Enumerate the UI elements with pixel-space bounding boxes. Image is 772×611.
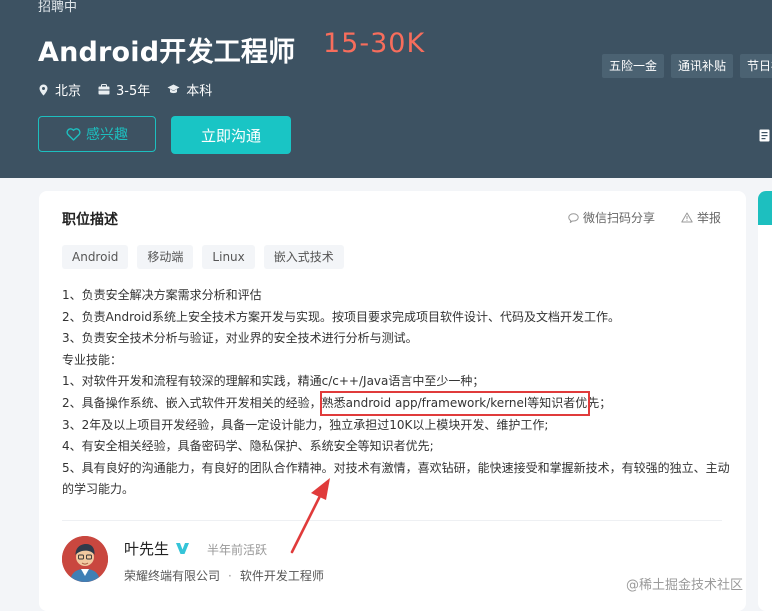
location-icon [39,84,48,95]
company-name: 荣耀终端有限公司 [124,569,221,583]
annotation-highlight-box [320,391,590,416]
interest-button[interactable]: 感兴趣 [38,116,156,152]
avatar[interactable] [62,536,108,582]
benefit-tag: 通讯补贴 [671,54,734,78]
benefit-tags: 五险一金 通讯补贴 节日福 [602,54,772,78]
skill-tag: Linux [202,245,255,269]
description-line: 2、负责Android系统上安全技术方案开发与实现。按项目要求完成项目软件设计、… [62,309,621,324]
warning-icon [681,212,693,223]
job-title: Android开发工程师 [38,37,296,68]
active-status: 半年前活跃 [207,543,268,557]
recruiter-avatar-image [62,536,108,582]
wechat-share-link[interactable]: 微信扫码分享 [568,209,655,226]
divider [62,520,722,521]
description-line: 3、2年及以上项目开发经验，具备一定设计能力，独立承担过10K以上模块开发、维护… [62,417,549,432]
skill-tag: 嵌入式技术 [263,245,344,269]
recruiter-name: 叶先生 [124,538,190,559]
status-text: 招聘中 [38,0,78,15]
skill-tag: Android [62,245,129,269]
recruiter-company: 荣耀终端有限公司 · 软件开发工程师 [124,567,324,584]
briefcase-icon [98,84,110,95]
side-panel-card [758,191,772,611]
chat-bubble-icon [568,212,579,223]
description-line: 专业技能： [62,352,123,367]
meta-education-text: 本科 [186,84,213,99]
description-line: 5、具有良好的沟通能力，有良好的团队合作精神。对技术有激情，喜欢钻研，能快速接受… [62,460,730,497]
meta-experience: 3-5年 [98,80,150,99]
job-description-card: 职位描述 微信扫码分享 举报 Android 移动端 Linux 嵌入式技术 1… [39,191,746,611]
verified-badge-icon [176,543,190,554]
meta-education: 本科 [167,80,212,99]
report-label: 举报 [697,211,722,225]
description-line: 1、负责安全解决方案需求分析和评估 [62,288,262,302]
description-line: 4、有安全相关经验，具备密码学、隐私保护、系统安全等知识者优先; [62,439,434,454]
graduation-cap-icon [167,84,180,94]
benefit-tag: 五险一金 [602,54,665,78]
wechat-share-label: 微信扫码分享 [583,211,656,225]
heart-icon [66,127,81,141]
watermark: @稀土掘金技术社区 [626,578,744,593]
meta-experience-text: 3-5年 [116,84,151,99]
section-title: 职位描述 [62,212,118,228]
side-panel-accent [758,191,772,225]
report-link[interactable]: 举报 [681,209,721,226]
meta-location-text: 北京 [55,84,82,99]
interest-button-label: 感兴趣 [86,127,128,143]
annotation-arrow [290,478,330,554]
separator-dot: · [228,568,232,583]
job-header: 招聘中 Android开发工程师 15-30K 北京 3-5年 本科 五险一金 … [0,0,772,178]
description-line: 3、负责安全技术分析与验证，对业界的安全技术进行分析与测试。 [62,331,418,346]
meta-location: 北京 [38,80,81,99]
skill-tags: Android 移动端 Linux 嵌入式技术 [62,245,353,269]
description-line: 1、对软件开发和流程有较深的理解和实践，精通c/c++/Java语言中至少一种； [62,374,485,389]
salary: 15-30K [323,28,426,59]
document-icon[interactable] [759,129,772,143]
skill-tag: 移动端 [137,245,194,269]
recruiter-name-text: 叶先生 [124,540,170,558]
recruiter-position: 软件开发工程师 [239,569,324,583]
job-meta: 北京 3-5年 本科 [38,80,229,99]
chat-now-button[interactable]: 立即沟通 [171,116,291,154]
benefit-tag: 节日福 [740,54,772,78]
